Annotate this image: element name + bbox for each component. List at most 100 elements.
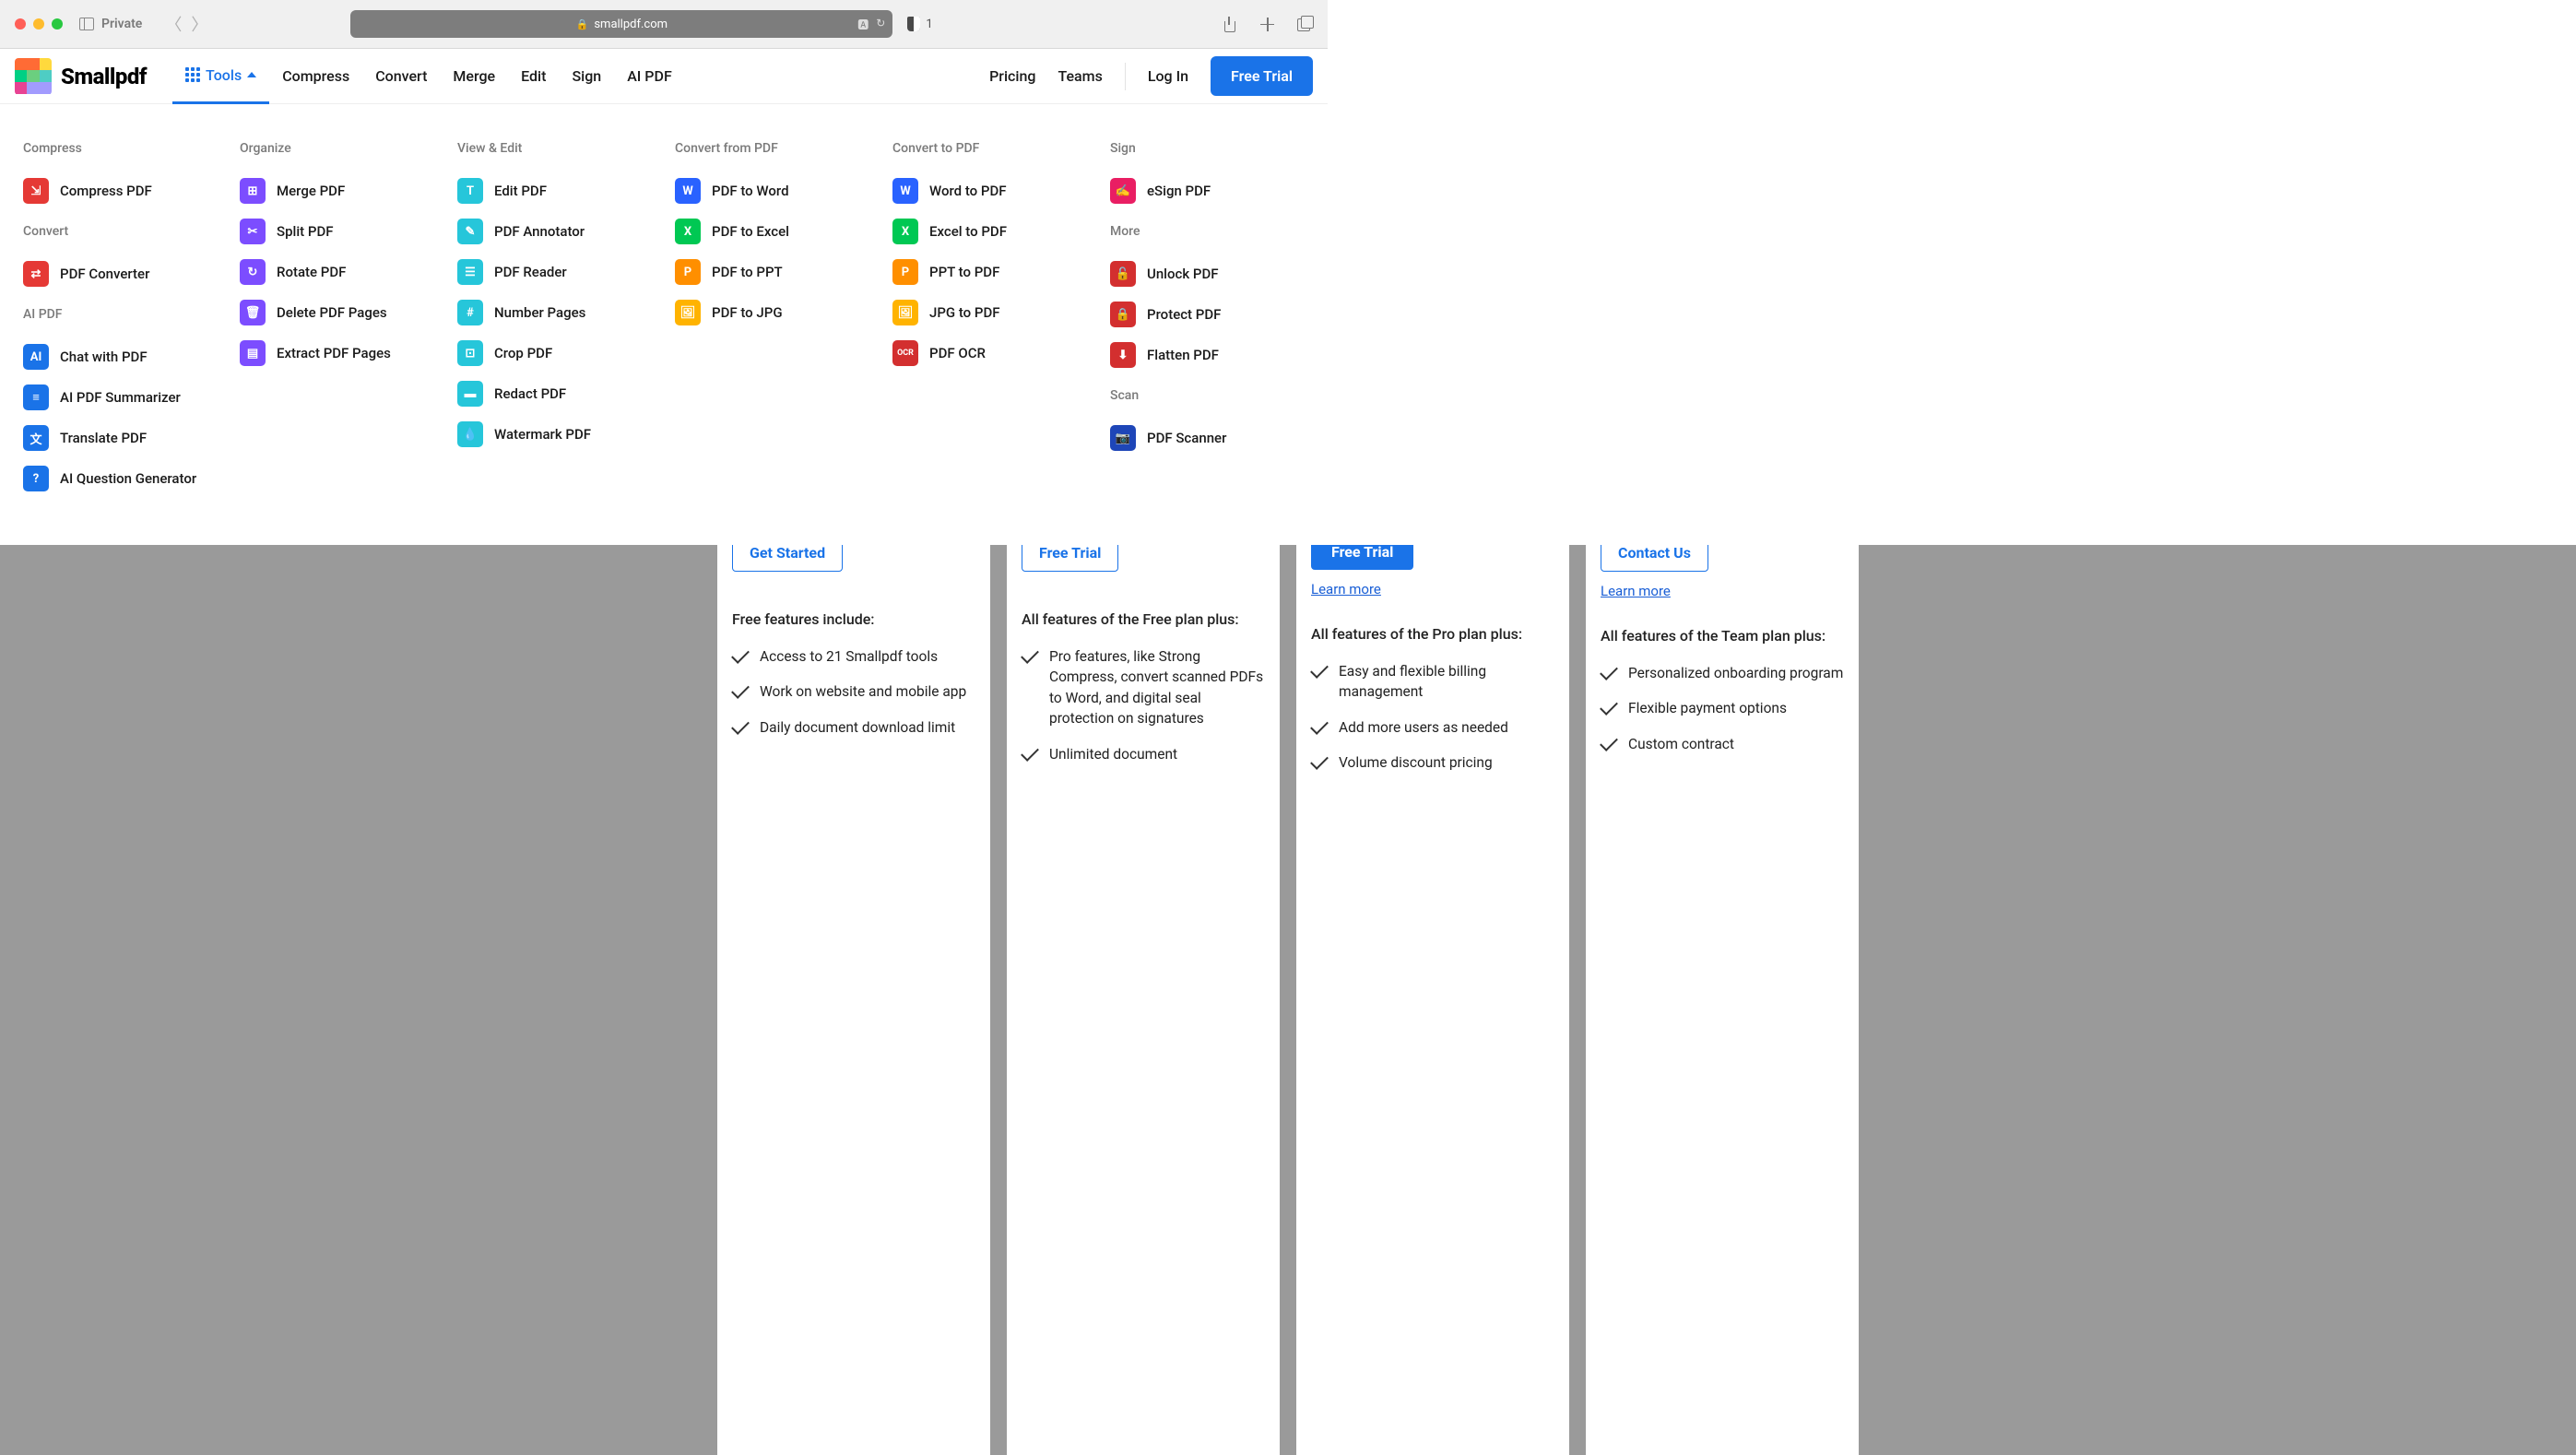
- nav-pricing[interactable]: Pricing: [989, 49, 1035, 104]
- back-button[interactable]: 〈: [160, 12, 186, 36]
- tool-esign-pdf[interactable]: ✍eSign PDF: [1110, 171, 1313, 211]
- tool-redact-pdf[interactable]: ▬Redact PDF: [457, 373, 675, 414]
- sidebar-toggle-icon[interactable]: [79, 18, 94, 30]
- plan-card: Free Trial Learn more All features of th…: [1296, 519, 1569, 1455]
- plan-card: Free Trial All features of the Free plan…: [1007, 519, 1280, 1455]
- ppt-icon: P: [675, 259, 701, 285]
- tool-label: Translate PDF: [60, 430, 147, 446]
- brand-name[interactable]: Smallpdf: [61, 64, 147, 89]
- check-icon: [1022, 748, 1038, 757]
- tool-merge-pdf[interactable]: ⊞Merge PDF: [240, 171, 457, 211]
- nav-ai-pdf[interactable]: AI PDF: [614, 49, 685, 104]
- tool-ai-summarizer[interactable]: ≡AI PDF Summarizer: [23, 377, 240, 418]
- nav-edit[interactable]: Edit: [508, 49, 559, 104]
- login-link[interactable]: Log In: [1148, 49, 1188, 104]
- plan-feature: Personalized onboarding program: [1628, 663, 1843, 683]
- minimize-window-icon[interactable]: [33, 18, 44, 30]
- tracker-shield[interactable]: 1: [907, 17, 932, 31]
- tool-pdf-to-word[interactable]: WPDF to Word: [675, 171, 892, 211]
- tool-pdf-ocr[interactable]: OCRPDF OCR: [892, 333, 1110, 373]
- nav-teams[interactable]: Teams: [1058, 49, 1102, 104]
- plan-heading: Free features include:: [732, 610, 975, 628]
- mega-group-view-edit: View & Edit: [457, 141, 675, 156]
- nav-sign[interactable]: Sign: [559, 49, 614, 104]
- reader-icon: ☰: [457, 259, 483, 285]
- tool-excel-to-pdf[interactable]: XExcel to PDF: [892, 211, 1110, 252]
- url-host: smallpdf.com: [594, 18, 668, 31]
- plan-feature: Flexible payment options: [1628, 698, 1787, 718]
- tool-annotator[interactable]: ✎PDF Annotator: [457, 211, 675, 252]
- tool-pdf-to-jpg[interactable]: 🖼PDF to JPG: [675, 292, 892, 333]
- plan-feature: Daily document download limit: [760, 717, 955, 738]
- tool-translate-pdf[interactable]: 文Translate PDF: [23, 418, 240, 458]
- check-icon: [1601, 738, 1617, 747]
- tool-compress-pdf[interactable]: ⇲ Compress PDF: [23, 171, 240, 211]
- tool-protect-pdf[interactable]: 🔒Protect PDF: [1110, 294, 1313, 335]
- tool-pdf-converter[interactable]: ⇄PDF Converter: [23, 254, 240, 294]
- close-window-icon[interactable]: [15, 18, 26, 30]
- tool-reader[interactable]: ☰PDF Reader: [457, 252, 675, 292]
- free-trial-button[interactable]: Free Trial: [1211, 56, 1313, 96]
- window-controls: [15, 18, 63, 30]
- tool-label: Protect PDF: [1147, 306, 1221, 323]
- tool-jpg-to-pdf[interactable]: 🖼JPG to PDF: [892, 292, 1110, 333]
- check-icon: [1311, 721, 1328, 730]
- plan-feature: Easy and flexible billing management: [1339, 661, 1554, 703]
- mega-group-more: More: [1110, 224, 1313, 239]
- tool-flatten-pdf[interactable]: ⬇Flatten PDF: [1110, 335, 1313, 375]
- tool-ppt-to-pdf[interactable]: P PPT to PDF: [892, 252, 1110, 292]
- share-icon[interactable]: [1222, 17, 1237, 32]
- tool-watermark-pdf[interactable]: 💧Watermark PDF: [457, 414, 675, 455]
- forward-button[interactable]: 〉: [186, 12, 212, 36]
- tool-label: Crop PDF: [494, 345, 552, 361]
- split-icon: ✂: [240, 219, 266, 244]
- tool-delete-pages[interactable]: 🗑Delete PDF Pages: [240, 292, 457, 333]
- shield-icon: [907, 17, 920, 31]
- tool-pdf-to-excel[interactable]: XPDF to Excel: [675, 211, 892, 252]
- learn-more-link[interactable]: Learn more: [1601, 583, 1844, 599]
- flatten-icon: ⬇: [1110, 342, 1136, 368]
- tool-label: Compress PDF: [60, 183, 152, 199]
- nav-compress[interactable]: Compress: [269, 49, 362, 104]
- tool-label: JPG to PDF: [929, 304, 1000, 321]
- tool-extract-pages[interactable]: ▤Extract PDF Pages: [240, 333, 457, 373]
- tool-split-pdf[interactable]: ✂Split PDF: [240, 211, 457, 252]
- tool-unlock-pdf[interactable]: 🔓Unlock PDF: [1110, 254, 1313, 294]
- tool-label: PDF OCR: [929, 345, 986, 361]
- reload-icon[interactable]: ↻: [876, 17, 885, 32]
- nav-convert[interactable]: Convert: [362, 49, 440, 104]
- mega-group-compress: Compress: [23, 141, 240, 156]
- mega-group-scan: Scan: [1110, 388, 1313, 403]
- tool-pdf-scanner[interactable]: 📷PDF Scanner: [1110, 418, 1313, 458]
- address-bar[interactable]: 🔒 smallpdf.com 🅰 ↻: [350, 10, 892, 38]
- new-tab-icon[interactable]: [1259, 17, 1275, 32]
- tool-ai-question[interactable]: ?AI Question Generator: [23, 458, 240, 499]
- tool-edit-pdf[interactable]: TEdit PDF: [457, 171, 675, 211]
- nav-merge[interactable]: Merge: [440, 49, 508, 104]
- tool-label: PPT to PDF: [929, 264, 999, 280]
- learn-more-link[interactable]: Learn more: [1311, 581, 1554, 597]
- unlock-icon: 🔓: [1110, 261, 1136, 287]
- compress-icon: ⇲: [23, 178, 49, 204]
- tool-crop-pdf[interactable]: ⊡ Crop PDF: [457, 333, 675, 373]
- tab-overview-icon[interactable]: [1297, 17, 1313, 32]
- divider: [1125, 63, 1126, 90]
- crop-icon: ⊡: [457, 340, 483, 366]
- plan-feature: Add more users as needed: [1339, 717, 1508, 738]
- translate-icon[interactable]: 🅰: [857, 17, 869, 32]
- tool-label: Edit PDF: [494, 183, 547, 199]
- tool-chat-pdf[interactable]: AIChat with PDF: [23, 337, 240, 377]
- tool-number-pages[interactable]: #Number Pages: [457, 292, 675, 333]
- ppt-icon: P: [892, 259, 918, 285]
- tool-label: Merge PDF: [277, 183, 345, 199]
- tool-word-to-pdf[interactable]: WWord to PDF: [892, 171, 1110, 211]
- scanner-icon: 📷: [1110, 425, 1136, 451]
- maximize-window-icon[interactable]: [52, 18, 63, 30]
- tool-label: PDF to JPG: [712, 304, 783, 321]
- logo-icon[interactable]: [15, 58, 52, 95]
- tool-rotate-pdf[interactable]: ↻Rotate PDF: [240, 252, 457, 292]
- tool-label: PDF to PPT: [712, 264, 783, 280]
- tool-label: Rotate PDF: [277, 264, 346, 280]
- nav-tools[interactable]: Tools: [172, 49, 269, 104]
- tool-pdf-to-ppt[interactable]: P PDF to PPT: [675, 252, 892, 292]
